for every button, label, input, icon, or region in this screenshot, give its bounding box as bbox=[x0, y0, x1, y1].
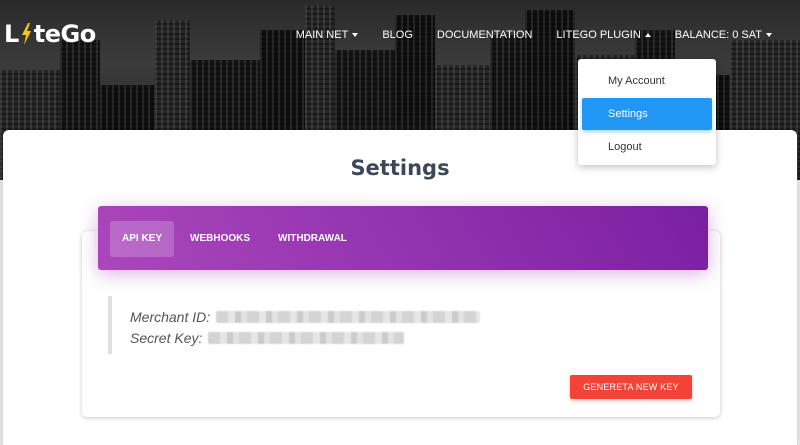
nav-item-litego-plugin[interactable]: LITEGO PLUGIN bbox=[544, 29, 662, 41]
caret-up-icon bbox=[644, 33, 651, 37]
secret-key-row: Secret Key: bbox=[130, 328, 608, 348]
generate-new-key-button[interactable]: GENERETA NEW KEY bbox=[570, 375, 692, 399]
merchant-id-value-redacted bbox=[216, 311, 481, 323]
merchant-id-label: Merchant ID: bbox=[130, 309, 211, 325]
nav-item-label: BALANCE: 0 SAT bbox=[674, 29, 762, 41]
menu-item-logout[interactable]: Logout bbox=[582, 131, 712, 163]
nav-item-label: MAIN NET bbox=[295, 29, 349, 41]
nav-item-label: LITEGO PLUGIN bbox=[556, 29, 641, 41]
plugin-dropdown-menu: My Account Settings Logout bbox=[578, 59, 716, 165]
nav-links: MAIN NET BLOG DOCUMENTATION LITEGO PLUGI… bbox=[284, 29, 784, 41]
secret-key-value-redacted bbox=[208, 332, 405, 344]
nav-item-documentation[interactable]: DOCUMENTATION bbox=[425, 29, 545, 41]
main-card: Settings API KEY WEBHOOKS WITHDRAWAL Mer… bbox=[3, 130, 797, 445]
nav-item-balance[interactable]: BALANCE: 0 SAT bbox=[663, 29, 784, 41]
caret-down-icon bbox=[766, 33, 772, 37]
settings-card: API KEY WEBHOOKS WITHDRAWAL Merchant ID:… bbox=[82, 206, 720, 417]
brand-prefix: L bbox=[4, 20, 19, 48]
caret-down-icon bbox=[352, 33, 359, 37]
menu-item-settings[interactable]: Settings bbox=[582, 98, 712, 130]
nav-item-main-net[interactable]: MAIN NET bbox=[284, 29, 371, 41]
tab-api-key[interactable]: API KEY bbox=[110, 221, 175, 257]
api-keys-block: Merchant ID: Secret Key: bbox=[108, 296, 608, 354]
nav-item-label: BLOG bbox=[382, 29, 413, 41]
tab-withdrawal[interactable]: WITHDRAWAL bbox=[266, 221, 359, 257]
secret-key-label: Secret Key: bbox=[130, 330, 203, 346]
nav-item-label: DOCUMENTATION bbox=[436, 29, 533, 41]
merchant-id-row: Merchant ID: bbox=[130, 307, 608, 327]
brand-suffix: teGo bbox=[33, 20, 96, 48]
tab-webhooks[interactable]: WEBHOOKS bbox=[178, 221, 262, 257]
nav-item-blog[interactable]: BLOG bbox=[370, 29, 425, 41]
lightning-bolt-icon bbox=[21, 23, 31, 45]
brand-logo[interactable]: L teGo bbox=[4, 20, 96, 48]
tab-header: API KEY WEBHOOKS WITHDRAWAL bbox=[98, 206, 708, 270]
menu-item-my-account[interactable]: My Account bbox=[582, 65, 712, 97]
